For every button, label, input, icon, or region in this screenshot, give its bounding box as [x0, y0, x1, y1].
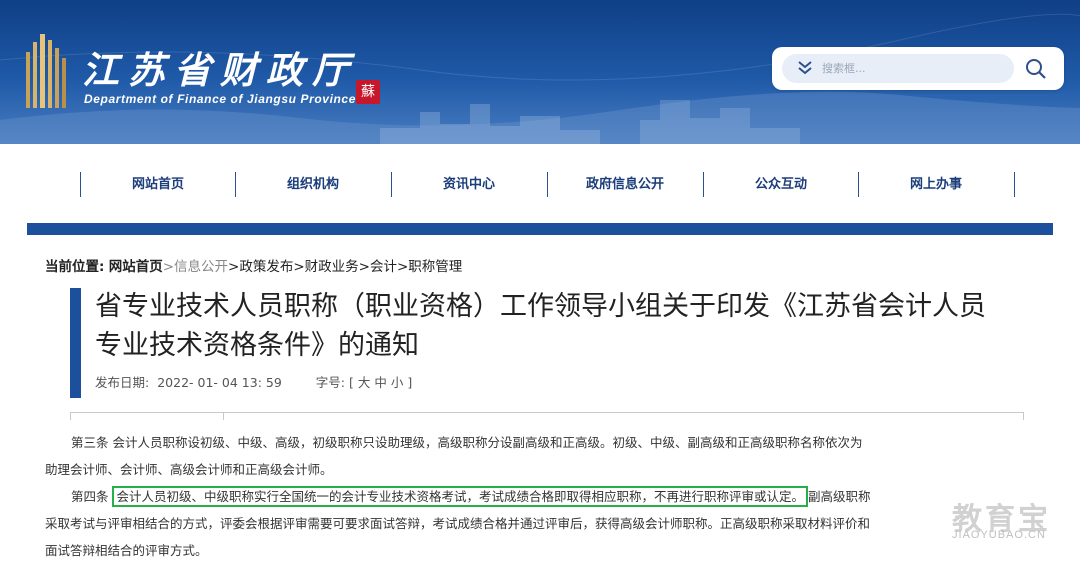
breadcrumb-item-policy[interactable]: >政策发布 [228, 259, 293, 275]
site-name-en: Department of Finance of Jiangsu Provinc… [84, 92, 356, 106]
watermark-en: JIAOYUBAO.CN [952, 529, 1046, 541]
font-size-label: 字号: [315, 375, 345, 390]
nav-separator [1014, 172, 1015, 197]
font-size-medium[interactable]: 中 [374, 375, 387, 390]
content-top-bar [27, 223, 1053, 235]
article-title: 省专业技术人员职称（职业资格）工作领导小组关于印发《江苏省会计人员 专业技术资格… [95, 287, 1035, 365]
table-divider [223, 412, 224, 420]
site-name-cn: 江苏省财政厅 [82, 48, 358, 92]
breadcrumb-home[interactable]: 网站首页 [109, 259, 163, 275]
breadcrumb-item-info-public[interactable]: >信息公开 [163, 259, 228, 275]
publish-date-label: 发布日期: [95, 375, 150, 390]
breadcrumb-label: 当前位置: [45, 259, 105, 275]
highlighted-sentence: 会计人员初级、中级职称实行全国统一的会计专业技术资格考试，考试成绩合格即取得相应… [112, 486, 808, 507]
title-accent-bar [70, 288, 81, 398]
breadcrumb-item-finance-business[interactable]: >财政业务 [293, 259, 358, 275]
main-nav: 网站首页 组织机构 资讯中心 政府信息公开 公众互动 网上办事 [0, 144, 1080, 224]
nav-item-gov-info[interactable]: 政府信息公开 [548, 172, 702, 197]
nav-item-home[interactable]: 网站首页 [81, 172, 235, 197]
article-title-line1: 省专业技术人员职称（职业资格）工作领导小组关于印发《江苏省会计人员 [95, 291, 986, 322]
publish-date: 2022- 01- 04 13: 59 [157, 375, 282, 390]
search-input[interactable] [822, 54, 1002, 83]
nav-item-news-center[interactable]: 资讯中心 [392, 172, 546, 197]
excerpt-line-1: 第三条 会计人员职称设初级、中级、高级，初级职称只设助理级，高级职称分设副高级和… [71, 435, 863, 450]
nav-item-public-interaction[interactable]: 公众互动 [704, 172, 858, 197]
font-size-large[interactable]: 大 [358, 375, 371, 390]
excerpt-line-4: 采取考试与评审相结合的方式，评委会根据评审需要可要求面试答辩，考试成绩合格并通过… [45, 516, 871, 531]
table-divider [1023, 412, 1024, 420]
breadcrumb-item-title-management[interactable]: >职称管理 [397, 259, 462, 275]
finance-logo-icon [26, 34, 66, 108]
font-size-bracket-open: [ [348, 375, 354, 390]
search-field-wrapper [782, 54, 1014, 83]
excerpt-line-2: 助理会计师、会计师、高级会计师和正高级会计师。 [45, 462, 333, 477]
excerpt-line-5: 面试答辩相结合的评审方式。 [45, 543, 208, 558]
search-box [772, 47, 1064, 90]
nav-item-online-services[interactable]: 网上办事 [859, 172, 1013, 197]
font-size-bracket-close: ] [407, 375, 413, 390]
search-icon[interactable] [1024, 57, 1048, 81]
breadcrumb-item-accounting[interactable]: >会计 [359, 259, 397, 275]
article-title-line2: 专业技术资格条件》的通知 [95, 330, 419, 361]
site-header: 江苏省财政厅 Department of Finance of Jiangsu … [0, 0, 1080, 144]
seal-stamp: 蘇 [356, 80, 380, 104]
article-4-suffix: 副高级职称 [808, 489, 871, 504]
nav-item-organization[interactable]: 组织机构 [236, 172, 390, 197]
table-divider [70, 412, 71, 420]
excerpt-line-3: 第四条 会计人员初级、中级职称实行全国统一的会计专业技术资格考试，考试成绩合格即… [71, 486, 871, 507]
article-4-prefix: 第四条 [71, 489, 113, 504]
chevron-down-icon[interactable] [796, 58, 814, 78]
font-size-small[interactable]: 小 [391, 375, 404, 390]
breadcrumb: 当前位置: 网站首页>信息公开>政策发布>财政业务>会计>职称管理 [45, 255, 462, 275]
article-meta: 发布日期: 2022- 01- 04 13: 59 字号: [ 大 中 小 ] [95, 372, 412, 391]
